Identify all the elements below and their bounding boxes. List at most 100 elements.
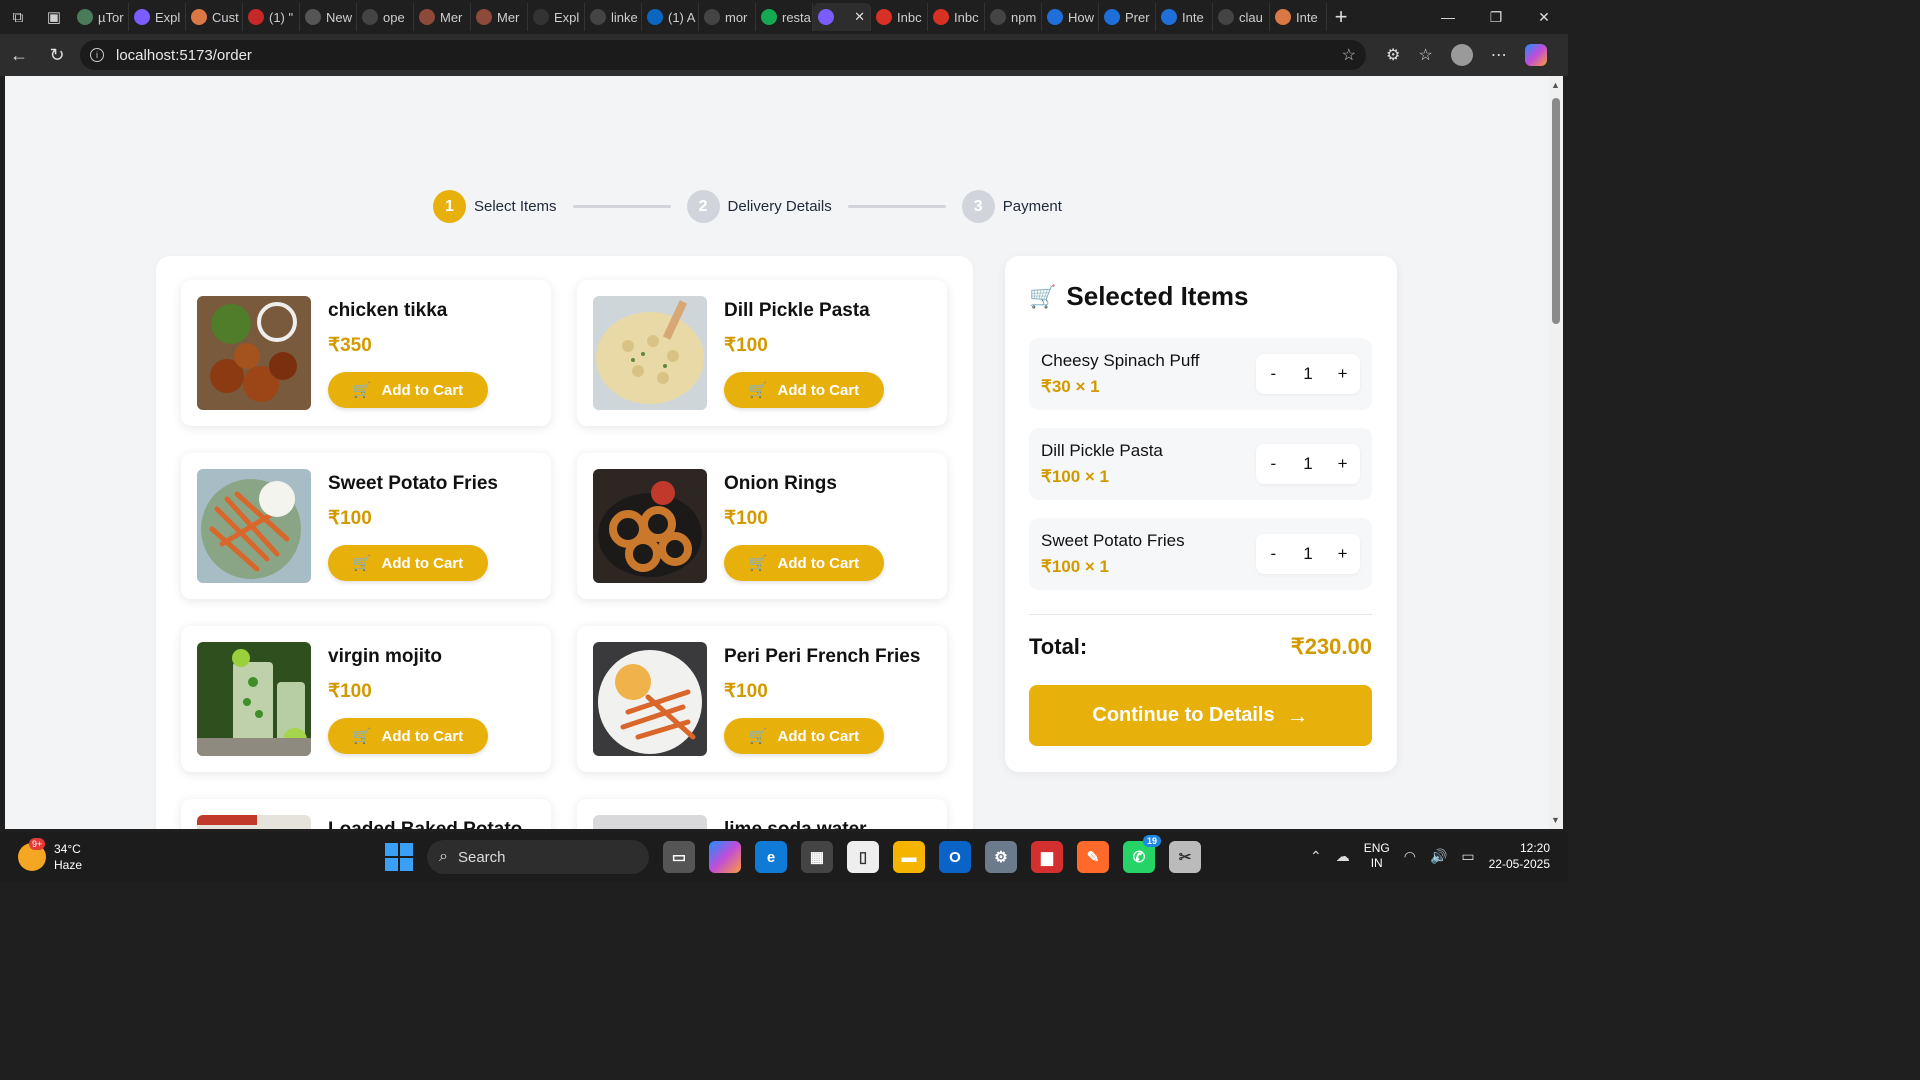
browser-tab[interactable]: npm bbox=[985, 3, 1042, 31]
close-tab-icon[interactable]: ✕ bbox=[854, 9, 865, 25]
restore-icon[interactable]: ❐ bbox=[1472, 9, 1520, 26]
browser-tab[interactable]: ope bbox=[357, 3, 414, 31]
browser-tab[interactable]: Inbc bbox=[871, 3, 928, 31]
new-tab-button[interactable]: + bbox=[1327, 4, 1355, 30]
item-name: Dill Pickle Pasta bbox=[724, 300, 870, 321]
minimize-icon[interactable]: — bbox=[1424, 9, 1472, 26]
postman-icon[interactable]: ✎ bbox=[1077, 841, 1109, 873]
browser-tab-bar: ⧉ ▣ µTor Expl Cust (1) " New ope Mer Mer Expl lin… bbox=[0, 0, 1568, 34]
tab-label: Prer bbox=[1125, 9, 1150, 25]
drink-image-lime-soda-water bbox=[593, 815, 707, 829]
tab-favicon-icon bbox=[1275, 9, 1291, 25]
scrollbar-thumb[interactable] bbox=[1552, 98, 1560, 324]
menu-item-card: Onion Rings ₹100 🛒 Add to Cart bbox=[577, 453, 947, 599]
decrease-qty-button[interactable]: - bbox=[1261, 454, 1285, 474]
file-explorer-icon[interactable]: ▬ bbox=[893, 841, 925, 873]
browser-tab[interactable]: Prer bbox=[1099, 3, 1156, 31]
browser-tab[interactable]: resta bbox=[756, 3, 813, 31]
pdf-reader-icon[interactable]: ▆ bbox=[1031, 841, 1063, 873]
browser-tab[interactable]: Expl bbox=[129, 3, 186, 31]
outlook-icon[interactable]: O bbox=[939, 841, 971, 873]
browser-tab[interactable]: Inte bbox=[1156, 3, 1213, 31]
browser-tab[interactable]: clau bbox=[1213, 3, 1270, 31]
notepad-icon[interactable]: ▯ bbox=[847, 841, 879, 873]
browser-tab[interactable]: Inbc bbox=[928, 3, 985, 31]
add-to-cart-button[interactable]: 🛒 Add to Cart bbox=[328, 545, 488, 581]
add-to-cart-button[interactable]: 🛒 Add to Cart bbox=[724, 545, 884, 581]
item-price: ₹350 bbox=[328, 335, 372, 356]
add-to-cart-button[interactable]: 🛒 Add to Cart bbox=[328, 718, 488, 754]
language-indicator[interactable]: ENG IN bbox=[1364, 841, 1390, 871]
step-number: 1 bbox=[433, 190, 466, 223]
wifi-icon[interactable]: ◠ bbox=[1404, 848, 1416, 865]
browser-tab[interactable]: linke bbox=[585, 3, 642, 31]
increase-qty-button[interactable]: + bbox=[1331, 454, 1355, 474]
tab-favicon-icon bbox=[305, 9, 321, 25]
site-info-icon[interactable]: i bbox=[90, 48, 104, 62]
tab-label: npm bbox=[1011, 9, 1037, 25]
tab-label: Cust bbox=[212, 9, 239, 25]
clock[interactable]: 12:20 22-05-2025 bbox=[1489, 840, 1550, 872]
clock-date: 22-05-2025 bbox=[1488, 857, 1550, 871]
increase-qty-button[interactable]: + bbox=[1331, 364, 1355, 384]
decrease-qty-button[interactable]: - bbox=[1261, 364, 1285, 384]
profile-avatar[interactable] bbox=[1450, 44, 1473, 66]
add-to-cart-button[interactable]: 🛒 Add to Cart bbox=[724, 372, 884, 408]
start-windows-icon[interactable] bbox=[385, 843, 413, 871]
add-to-cart-button[interactable]: 🛒 Add to Cart bbox=[328, 372, 488, 408]
battery-icon[interactable]: ▭ bbox=[1461, 848, 1474, 865]
browser-tab[interactable]: mor bbox=[699, 3, 756, 31]
tab-label: How bbox=[1068, 9, 1095, 25]
step-label: Select Items bbox=[474, 198, 557, 215]
browser-tab[interactable]: ✕ bbox=[813, 3, 871, 31]
extensions-icon[interactable]: ⚙ bbox=[1386, 45, 1400, 65]
browser-tab[interactable]: Mer bbox=[414, 3, 471, 31]
browser-tab[interactable]: New bbox=[300, 3, 357, 31]
close-window-icon[interactable]: ✕ bbox=[1520, 9, 1568, 26]
browser-tab[interactable]: (1) A bbox=[642, 3, 699, 31]
tab-label: Inte bbox=[1182, 9, 1204, 25]
browser-tab[interactable]: Mer bbox=[471, 3, 528, 31]
more-menu-icon[interactable]: ⋯ bbox=[1491, 45, 1507, 65]
weather-widget[interactable]: 9+ 34°C Haze bbox=[18, 838, 82, 873]
edge-browser-icon[interactable]: e bbox=[755, 841, 787, 873]
browser-tab[interactable]: (1) " bbox=[243, 3, 300, 31]
taskbar-search[interactable]: ⌕ Search bbox=[427, 840, 649, 874]
copilot-icon[interactable] bbox=[1524, 44, 1547, 66]
snipping-tool-icon[interactable]: ✂ bbox=[1169, 841, 1201, 873]
page-scrollbar[interactable]: ▲ ▼ bbox=[1549, 76, 1563, 829]
scroll-down-icon[interactable]: ▼ bbox=[1551, 815, 1560, 825]
add-to-cart-button[interactable]: 🛒 Add to Cart bbox=[724, 718, 884, 754]
refresh-icon[interactable]: ↻ bbox=[38, 34, 76, 76]
browser-tab[interactable]: Cust bbox=[186, 3, 243, 31]
address-bar[interactable]: i localhost:5173/order ☆ bbox=[80, 40, 1366, 70]
browser-tab[interactable]: Expl bbox=[528, 3, 585, 31]
onedrive-icon[interactable]: ☁ bbox=[1336, 848, 1350, 865]
browser-tab[interactable]: Inte bbox=[1270, 3, 1327, 31]
whatsapp-icon[interactable]: ✆ 19 bbox=[1123, 835, 1161, 873]
volume-icon[interactable]: 🔊 bbox=[1430, 848, 1447, 865]
chevron-up-icon[interactable]: ⌃ bbox=[1310, 848, 1322, 865]
tab-favicon-icon bbox=[990, 9, 1006, 25]
back-icon[interactable]: ← bbox=[0, 34, 38, 76]
browser-tab[interactable]: How bbox=[1042, 3, 1099, 31]
browser-tab[interactable]: µTor bbox=[72, 3, 129, 31]
microsoft-store-icon[interactable]: ▦ bbox=[801, 841, 833, 873]
favorite-star-icon[interactable]: ☆ bbox=[1342, 45, 1356, 65]
tab-label: Inbc bbox=[897, 9, 922, 25]
favorites-icon[interactable]: ☆ bbox=[1418, 45, 1432, 65]
tab-actions-icon[interactable]: ▣ bbox=[36, 0, 72, 34]
item-price: ₹100 bbox=[724, 508, 768, 529]
continue-to-details-button[interactable]: Continue to Details → bbox=[1029, 685, 1372, 746]
copilot-app-icon[interactable] bbox=[709, 841, 741, 873]
task-view-icon[interactable]: ▭ bbox=[663, 841, 695, 873]
scroll-up-icon[interactable]: ▲ bbox=[1551, 80, 1560, 90]
settings-gear-icon[interactable]: ⚙ bbox=[985, 841, 1017, 873]
workspaces-icon[interactable]: ⧉ bbox=[0, 0, 36, 34]
increase-qty-button[interactable]: + bbox=[1331, 544, 1355, 564]
clock-time: 12:20 bbox=[1519, 841, 1550, 855]
decrease-qty-button[interactable]: - bbox=[1261, 544, 1285, 564]
add-to-cart-label: Add to Cart bbox=[381, 554, 464, 572]
tab-label: (1) A bbox=[668, 9, 696, 25]
tab-label: ope bbox=[383, 9, 405, 25]
